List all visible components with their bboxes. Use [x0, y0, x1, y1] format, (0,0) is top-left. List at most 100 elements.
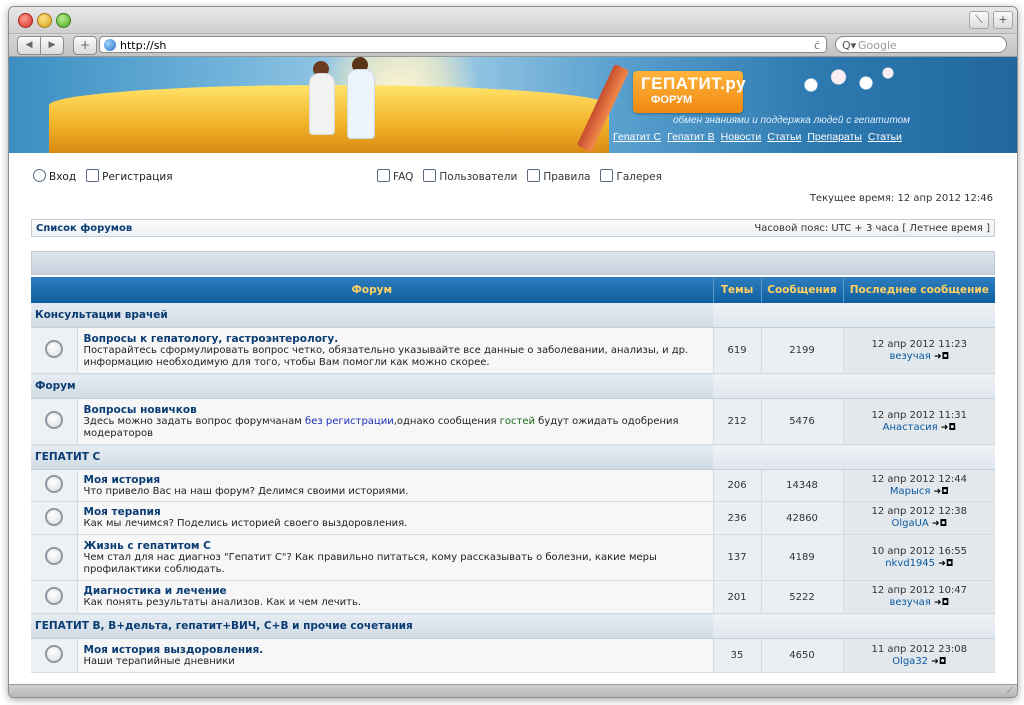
- gallery-icon: [600, 169, 614, 182]
- forum-info: Моя история Что привело Вас на наш форум?…: [76, 469, 714, 502]
- rules-link[interactable]: Правила: [527, 169, 590, 183]
- address-bar[interactable]: http://sh ċ: [99, 36, 827, 53]
- timezone-label: Часовой пояс: UTC + 3 часа [ Летнее врем…: [754, 223, 990, 234]
- table-row: Моя история выздоровления. Наши терапийны…: [31, 638, 996, 673]
- goto-post-icon[interactable]: ➜◘: [938, 559, 953, 569]
- users-link[interactable]: Пользователи: [423, 169, 517, 183]
- forum-description: Как понять результаты анализов. Как и че…: [83, 597, 362, 608]
- forum-title-link[interactable]: Моя история выздоровления.: [84, 644, 709, 656]
- forum-list-link[interactable]: Список форумов: [36, 220, 132, 238]
- register-link[interactable]: Регистрация: [86, 169, 173, 183]
- back-button[interactable]: ◀: [17, 36, 40, 55]
- last-post: 11 апр 2012 23:08 Olga32 ➜◘: [842, 638, 996, 673]
- last-post-date: 12 апр 2012 11:31: [871, 409, 968, 421]
- register-label: Регистрация: [102, 171, 173, 183]
- login-label: Вход: [49, 171, 77, 183]
- last-post-user[interactable]: Olga32: [892, 656, 928, 667]
- forward-button[interactable]: ▶: [40, 36, 64, 55]
- forum-read-icon: [44, 340, 63, 358]
- search-icon: Q▾: [842, 39, 857, 52]
- add-bookmark-button[interactable]: +: [73, 36, 97, 55]
- last-post: 12 апр 2012 12:44 Марыся ➜◘: [842, 469, 996, 502]
- nav-link-hepatitis-c[interactable]: Гепатит С: [613, 131, 661, 143]
- forum-read-icon: [44, 645, 63, 663]
- forum-title-link[interactable]: Моя терапия: [84, 506, 709, 518]
- forum-title-link[interactable]: Моя история: [84, 474, 709, 486]
- forum-info: Вопросы новичков Здесь можно задать вопро…: [76, 398, 714, 445]
- users-icon: [423, 169, 437, 182]
- nav-link-articles[interactable]: Статьи: [767, 131, 801, 143]
- gallery-link[interactable]: Галерея: [600, 169, 662, 183]
- category-row: ГЕПАТИТ С: [31, 444, 996, 470]
- globe-icon: [104, 39, 116, 51]
- forum-read-icon: [44, 547, 63, 565]
- category-row: Консультации врачей: [31, 303, 996, 328]
- minimize-window-button[interactable]: [37, 13, 52, 28]
- goto-post-icon[interactable]: ➜◘: [941, 423, 956, 433]
- posts-count: 5476: [760, 398, 844, 445]
- nav-link-news[interactable]: Новости: [721, 131, 762, 143]
- resize-icon[interactable]: ⟍: [969, 11, 989, 29]
- faq-icon: [377, 169, 390, 182]
- table-header: Форум Темы Сообщения Последнее сообщение: [31, 277, 996, 303]
- forum-info: Моя терапия Как мы лечимся? Поделись исто…: [76, 501, 714, 535]
- goto-post-icon[interactable]: ➜◘: [932, 519, 947, 529]
- login-icon: [33, 169, 46, 182]
- guests-link[interactable]: гостей: [500, 416, 535, 427]
- category-title[interactable]: ГЕПАТИТ С: [31, 444, 714, 470]
- last-post: 12 апр 2012 10:47 везучая ➜◘: [842, 580, 996, 614]
- last-post-user[interactable]: Марыся: [890, 486, 931, 497]
- forum-status-cell: [31, 398, 77, 445]
- last-post-user[interactable]: Анастасия: [883, 422, 938, 433]
- nav-link-hepatitis-b[interactable]: Гепатит В: [667, 131, 715, 143]
- forum-status-cell: [31, 580, 77, 614]
- section-divider: [31, 251, 995, 275]
- category-fill: [713, 373, 996, 399]
- forum-title-link[interactable]: Жизнь с гепатитом С: [84, 540, 709, 552]
- nav-link-articles-2[interactable]: Статьи: [868, 131, 902, 143]
- topics-count: 35: [712, 638, 762, 673]
- forum-status-cell: [31, 501, 77, 535]
- nav-link-drugs[interactable]: Препараты: [807, 131, 862, 143]
- users-label: Пользователи: [439, 171, 518, 183]
- faq-link[interactable]: FAQ: [377, 169, 413, 183]
- zoom-window-button[interactable]: [56, 13, 71, 28]
- forum-title-link[interactable]: Вопросы к гепатологу, гастроэнтерологу.: [84, 333, 709, 345]
- last-post-user[interactable]: OlgaUA: [891, 518, 928, 529]
- search-placeholder: Google: [858, 39, 897, 52]
- last-post-user[interactable]: везучая: [889, 351, 930, 362]
- site-banner: ГЕПАТИТ.ру ФОРУМ обмен знаниями и поддер…: [9, 57, 1017, 153]
- forum-title-link[interactable]: Вопросы новичков: [84, 404, 709, 416]
- forum-description: Как мы лечимся? Поделись историей своего…: [83, 518, 408, 529]
- rules-label: Правила: [543, 171, 591, 183]
- posts-count: 4650: [760, 638, 844, 673]
- forum-menu: FAQ Пользователи Правила Галерея: [377, 169, 662, 183]
- category-title[interactable]: ГЕПАТИТ В, В+дельта, гепатит+ВИЧ, С+В и …: [31, 613, 714, 639]
- no-registration-link[interactable]: без регистрации: [305, 416, 394, 427]
- current-time: Текущее время: 12 апр 2012 12:46: [809, 193, 993, 204]
- forum-table: Форум Темы Сообщения Последнее сообщение…: [31, 277, 996, 673]
- resize-grip-icon[interactable]: ⟋: [1007, 686, 1013, 696]
- topics-count: 619: [712, 327, 762, 374]
- reload-icon[interactable]: ċ: [814, 37, 820, 54]
- goto-post-icon[interactable]: ➜◘: [934, 487, 949, 497]
- new-tab-button[interactable]: +: [993, 11, 1013, 29]
- login-link[interactable]: Вход: [33, 169, 76, 183]
- site-logo[interactable]: ГЕПАТИТ.ру ФОРУМ: [633, 71, 746, 113]
- category-title[interactable]: Консультации врачей: [31, 303, 714, 328]
- forum-read-icon: [44, 586, 63, 605]
- goto-post-icon[interactable]: ➜◘: [934, 352, 949, 362]
- goto-post-icon[interactable]: ➜◘: [931, 657, 946, 667]
- close-window-button[interactable]: [18, 13, 33, 28]
- user-bar: Вход Регистрация: [33, 169, 173, 183]
- category-row: Форум: [31, 373, 996, 399]
- search-input[interactable]: Q▾ Google: [835, 36, 1007, 53]
- last-post-user[interactable]: nkvd1945: [885, 558, 935, 569]
- banner-nav: Гепатит С Гепатит В Новости Статьи Препа…: [613, 131, 902, 143]
- category-title[interactable]: Форум: [31, 373, 714, 399]
- last-post-date: 12 апр 2012 11:23: [871, 338, 968, 350]
- forum-description: Что привело Вас на наш форум? Делимся св…: [83, 485, 409, 497]
- forum-title-link[interactable]: Диагностика и лечение: [84, 585, 709, 597]
- goto-post-icon[interactable]: ➜◘: [934, 598, 949, 608]
- last-post-user[interactable]: везучая: [889, 597, 930, 608]
